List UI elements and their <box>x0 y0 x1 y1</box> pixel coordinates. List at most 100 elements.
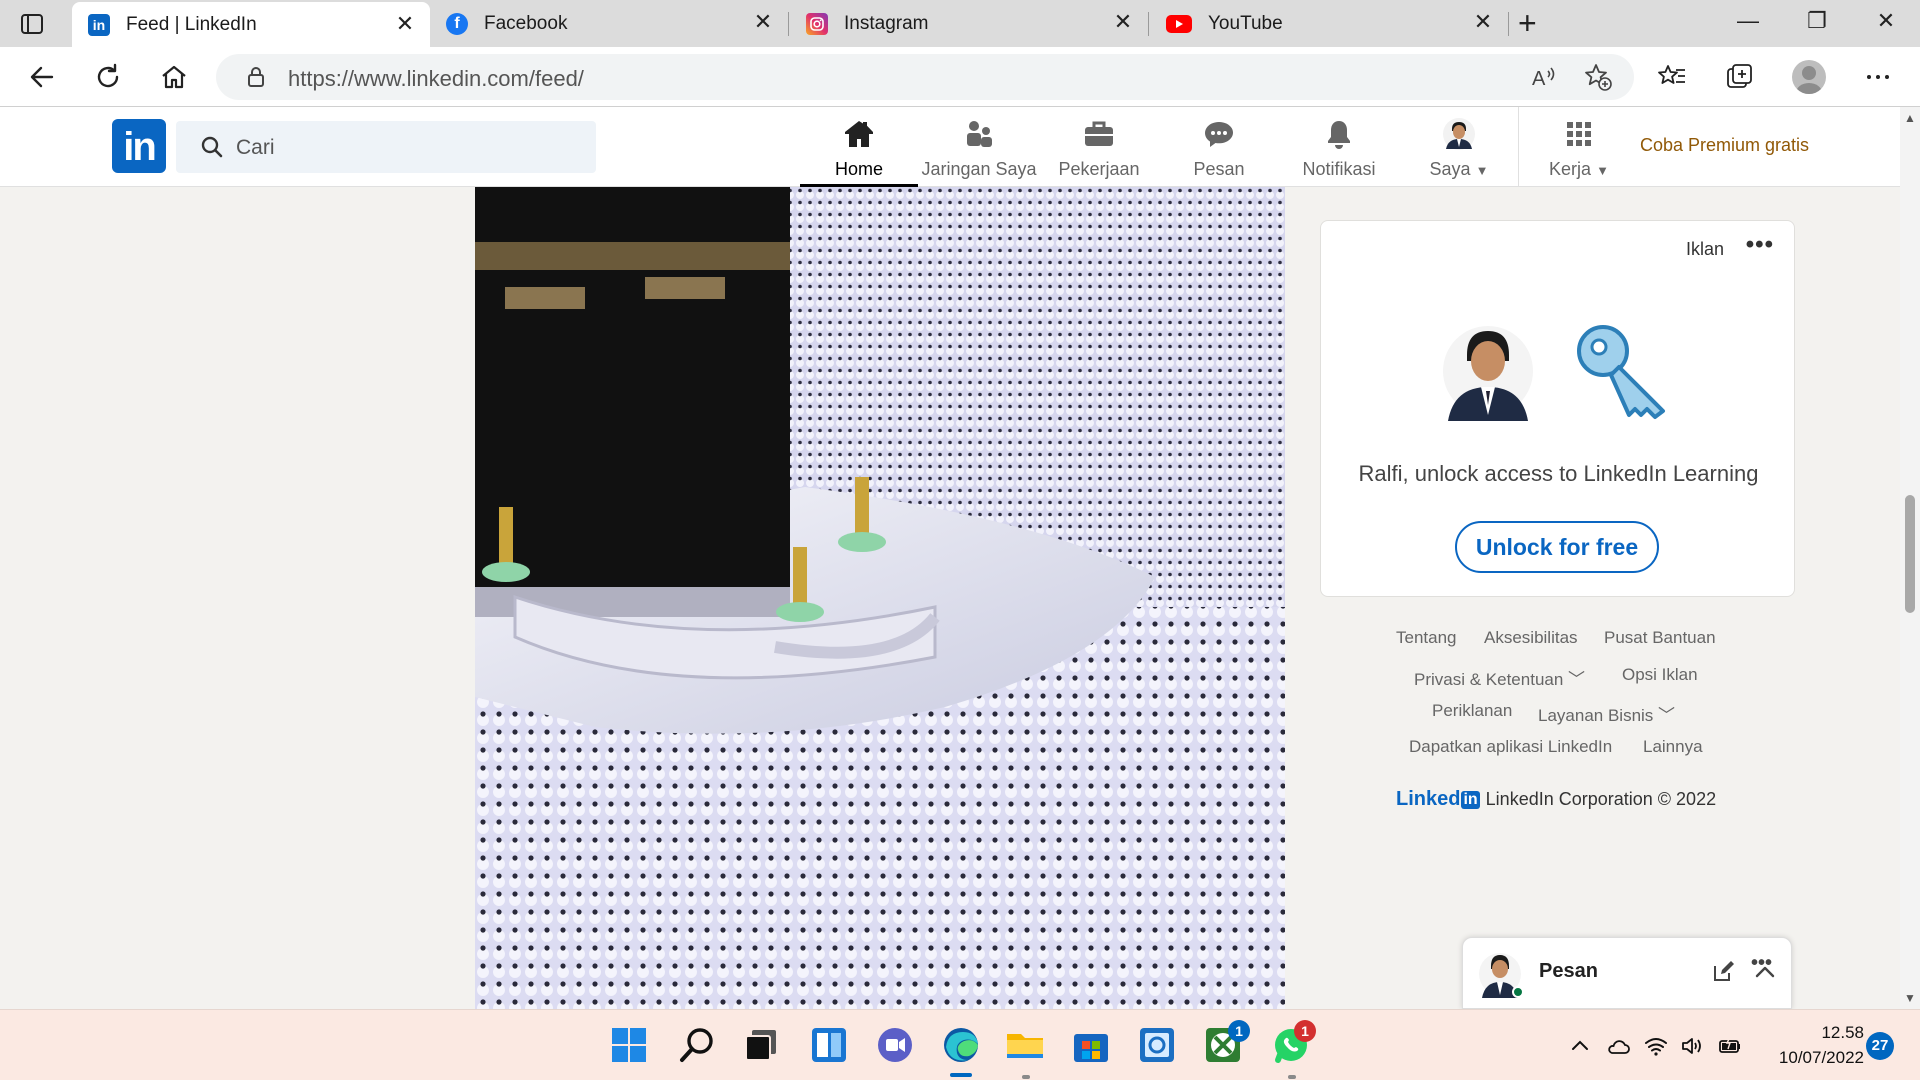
windows-start-icon[interactable] <box>608 1024 650 1066</box>
footer-brand: Linked in LinkedIn Corporation © 2022 <box>1396 788 1716 811</box>
browser-tab-bar: in Feed | LinkedIn ✕ f Facebook ✕ Instag… <box>0 0 1920 47</box>
url-host: https://www.linkedin.com <box>288 66 529 91</box>
close-tab-icon[interactable]: ✕ <box>1112 11 1134 33</box>
messaging-panel[interactable]: Pesan ••• <box>1462 937 1792 1009</box>
more-options-icon[interactable]: ••• <box>1746 231 1774 259</box>
collections-icon[interactable] <box>1724 61 1756 93</box>
ad-text: Ralfi, unlock access to LinkedIn Learnin… <box>1358 461 1759 486</box>
unlock-for-free-button[interactable]: Unlock for free <box>1455 521 1659 573</box>
scroll-thumb[interactable] <box>1905 495 1915 613</box>
nav-me[interactable]: Saya ▼ <box>1400 107 1518 187</box>
tab-linkedin[interactable]: in Feed | LinkedIn ✕ <box>72 2 430 47</box>
svg-text:A: A <box>1532 68 1546 90</box>
volume-icon[interactable] <box>1680 1034 1704 1058</box>
page-scrollbar[interactable]: ▲ ▼ <box>1900 107 1920 1009</box>
search-input[interactable]: Cari <box>176 121 596 173</box>
footer-link-ad-choices[interactable]: Opsi Iklan <box>1622 665 1698 685</box>
minimize-icon[interactable]: — <box>1728 8 1768 34</box>
notification-badge: 1 <box>1228 1020 1250 1042</box>
home-icon[interactable] <box>158 61 190 93</box>
lock-icon[interactable] <box>246 65 266 89</box>
close-window-icon[interactable]: ✕ <box>1866 8 1906 34</box>
footer-link-about[interactable]: Tentang <box>1396 628 1457 648</box>
close-tab-icon[interactable]: ✕ <box>752 11 774 33</box>
footer-link-get-app[interactable]: Dapatkan aplikasi LinkedIn <box>1409 737 1612 757</box>
notification-count-badge[interactable]: 27 <box>1866 1032 1894 1060</box>
close-tab-icon[interactable]: ✕ <box>394 13 416 35</box>
chevron-down-icon: ﹀ <box>1568 670 1586 689</box>
onedrive-cloud-icon[interactable] <box>1606 1034 1630 1058</box>
footer-link-business-services[interactable]: Layanan Bisnis ﹀ <box>1538 701 1675 726</box>
youtube-icon <box>1166 14 1192 33</box>
edge-icon[interactable] <box>940 1024 982 1066</box>
profile-avatar <box>1443 118 1475 150</box>
scroll-down-arrow-icon[interactable]: ▼ <box>1904 991 1916 1005</box>
nav-divider <box>1518 107 1519 187</box>
wifi-icon[interactable] <box>1644 1034 1668 1058</box>
premium-link[interactable]: Coba Premium gratis <box>1640 135 1809 156</box>
folder-icon[interactable] <box>1004 1024 1046 1066</box>
tab-youtube[interactable]: YouTube ✕ <box>1150 0 1508 47</box>
compose-message-icon[interactable] <box>1711 960 1735 984</box>
instagram-icon <box>806 12 828 35</box>
tab-instagram[interactable]: Instagram ✕ <box>790 0 1148 47</box>
briefcase-icon <box>1085 121 1113 146</box>
footer-link-privacy-terms[interactable]: Privasi & Ketentuan ﹀ <box>1414 665 1585 690</box>
active-app-indicator <box>950 1073 972 1077</box>
tab-actions-icon[interactable] <box>18 10 46 38</box>
battery-charging-icon[interactable] <box>1718 1034 1742 1058</box>
close-tab-icon[interactable]: ✕ <box>1472 11 1494 33</box>
tab-title: YouTube <box>1208 12 1283 34</box>
task-view-icon[interactable] <box>740 1024 782 1066</box>
nav-work[interactable]: Kerja ▼ <box>1520 107 1638 187</box>
notification-badge: 1 <box>1294 1020 1316 1042</box>
teams-chat-icon[interactable] <box>874 1024 916 1066</box>
clock-time[interactable]: 12.58 <box>1764 1023 1864 1043</box>
widgets-icon[interactable] <box>808 1024 850 1066</box>
nav-network[interactable]: Jaringan Saya <box>920 107 1038 187</box>
footer-link-accessibility[interactable]: Aksesibilitas <box>1484 628 1578 648</box>
clock-date[interactable]: 10/07/2022 <box>1744 1048 1864 1068</box>
nav-jobs[interactable]: Pekerjaan <box>1040 107 1158 187</box>
nav-label: Pesan <box>1193 159 1245 179</box>
address-bar[interactable]: https://www.linkedin.com/feed/ A <box>216 54 1634 100</box>
tab-separator <box>1148 12 1149 36</box>
store-icon[interactable] <box>1070 1024 1112 1066</box>
nav-home[interactable]: Home <box>800 107 918 187</box>
browser-profile-avatar[interactable] <box>1792 60 1826 94</box>
footer-link-advertising[interactable]: Periklanan <box>1432 701 1512 721</box>
footer-link-help-center[interactable]: Pusat Bantuan <box>1604 628 1716 648</box>
copyright-text: LinkedIn Corporation © 2022 <box>1485 789 1717 809</box>
scroll-up-arrow-icon[interactable]: ▲ <box>1904 111 1916 125</box>
tab-facebook[interactable]: f Facebook ✕ <box>430 0 788 47</box>
nav-messaging[interactable]: Pesan <box>1160 107 1278 187</box>
nav-label: Home <box>834 159 883 179</box>
refresh-icon[interactable] <box>92 61 124 93</box>
post-image[interactable] <box>475 187 1285 1009</box>
favorites-icon[interactable] <box>1656 61 1688 93</box>
nav-notifications[interactable]: Notifikasi <box>1280 107 1398 187</box>
message-icon <box>1205 122 1233 147</box>
footer-link-more[interactable]: Lainnya <box>1643 737 1703 757</box>
search-icon[interactable] <box>676 1024 718 1066</box>
add-favorite-icon[interactable] <box>1582 61 1614 93</box>
windows-taskbar: 1 1 12.58 10/07/2022 27 <box>0 1009 1920 1080</box>
running-app-indicator <box>1288 1075 1296 1079</box>
network-icon <box>967 121 992 147</box>
url-text[interactable]: https://www.linkedin.com/feed/ <box>288 66 584 92</box>
search-placeholder: Cari <box>236 136 275 159</box>
chevron-down-icon: ﹀ <box>1658 706 1676 725</box>
profile-photo <box>1443 326 1533 421</box>
chevron-up-icon[interactable] <box>1568 1034 1592 1058</box>
key-icon <box>1577 325 1665 419</box>
new-tab-icon[interactable]: + <box>1518 7 1537 39</box>
tab-title: Feed | LinkedIn <box>126 13 257 35</box>
more-options-icon[interactable] <box>1862 61 1894 93</box>
back-arrow-icon[interactable] <box>26 61 58 93</box>
read-aloud-icon[interactable]: A <box>1528 61 1560 93</box>
photos-icon[interactable] <box>1136 1024 1178 1066</box>
linkedin-logo[interactable]: in <box>112 119 166 173</box>
ad-label: Iklan <box>1685 239 1724 259</box>
restore-icon[interactable]: ❐ <box>1797 8 1837 34</box>
chevron-up-icon[interactable] <box>1753 960 1777 984</box>
